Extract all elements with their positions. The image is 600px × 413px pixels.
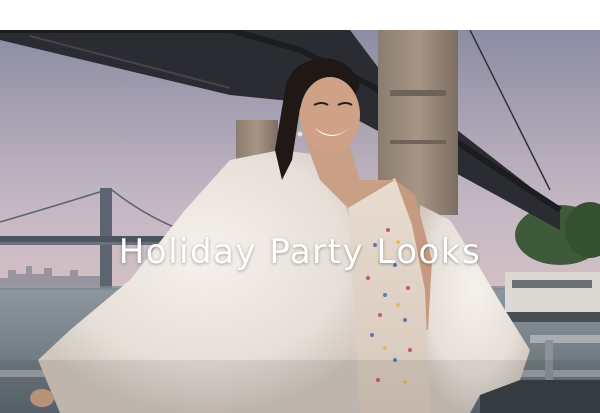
hero-photo — [0, 30, 600, 413]
hero-banner-link[interactable]: Holiday Party Looks — [0, 30, 600, 413]
email-banner: Holiday Party Looks — [0, 0, 600, 413]
hero-headline: Holiday Party Looks — [118, 232, 482, 272]
